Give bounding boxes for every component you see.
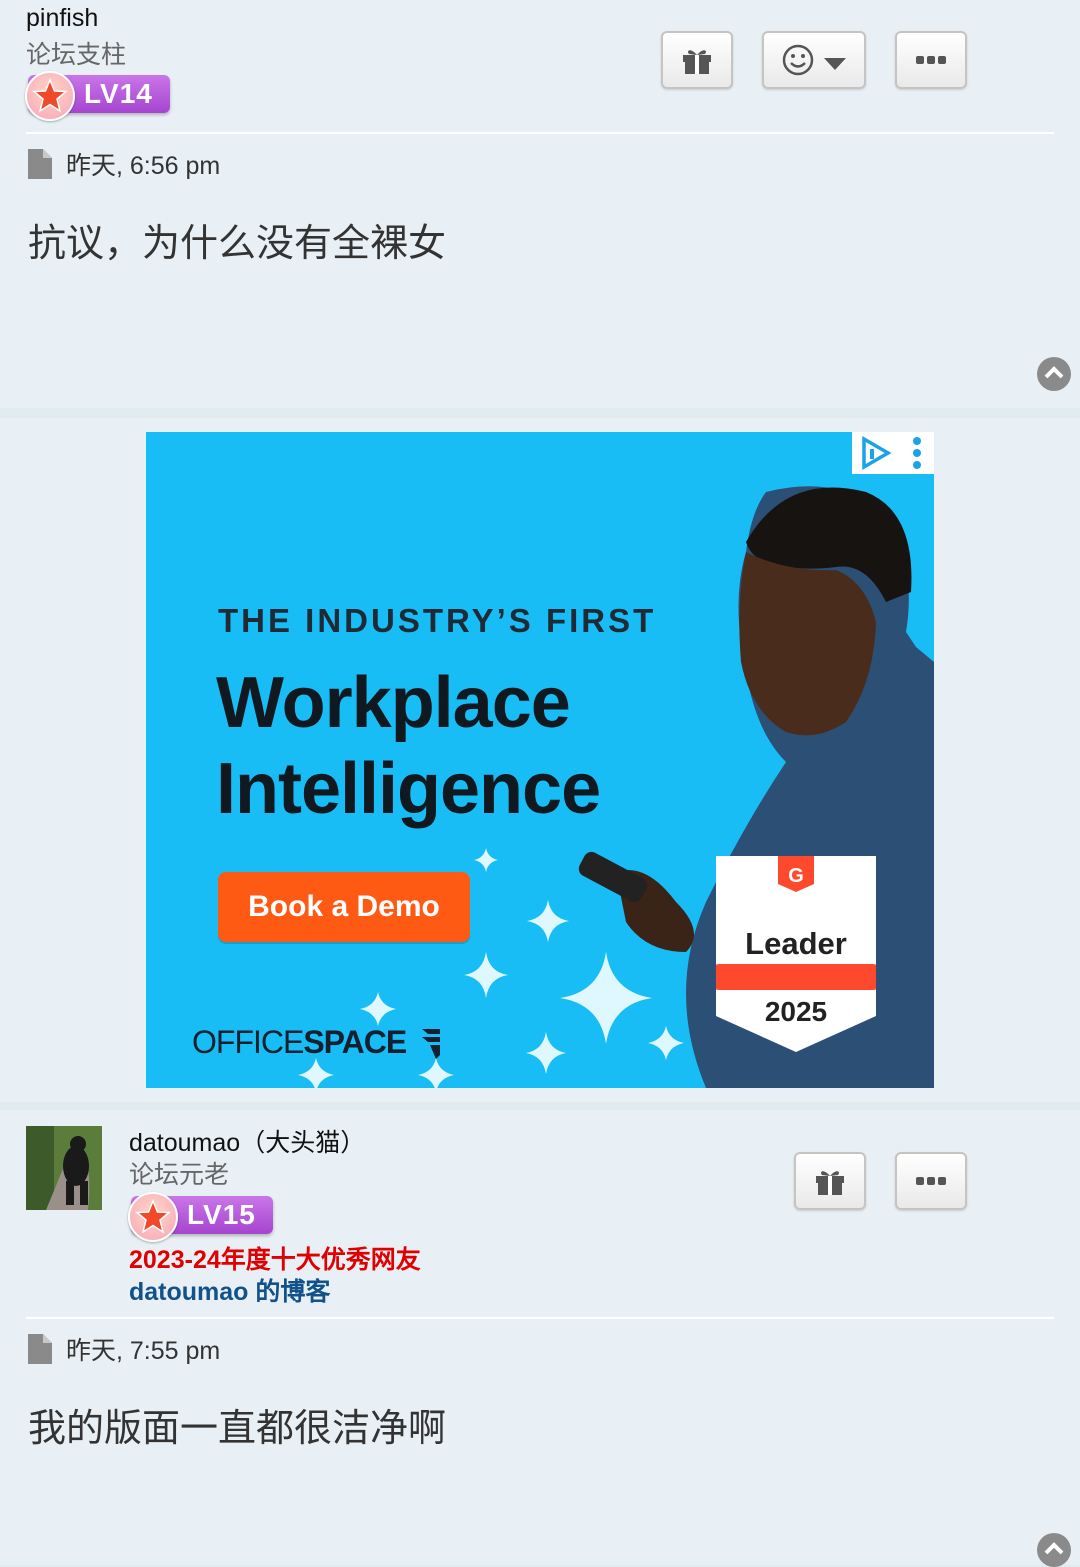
book-demo-button[interactable]: Book a Demo xyxy=(218,872,470,942)
post-divider xyxy=(26,132,1054,134)
post-content: 抗议，为什么没有全裸女 xyxy=(28,223,447,265)
post-meta: 昨天, 6:56 pm xyxy=(28,146,220,182)
honor-title: 2023-24年度十大优秀网友 xyxy=(129,1246,421,1274)
post-author-rank: 论坛支柱 xyxy=(26,41,127,69)
post-pinfish: pinfish 论坛支柱 LV14 昨天, 6:56 pm 抗议，为什么没有全裸… xyxy=(0,0,1080,408)
gift-icon xyxy=(816,1171,844,1195)
avatar-photo xyxy=(26,1126,102,1210)
caret-down-icon xyxy=(824,58,846,70)
badge-title: Leader xyxy=(745,926,847,961)
more-options-button[interactable] xyxy=(895,31,967,89)
star-icon xyxy=(128,1192,178,1242)
file-icon xyxy=(28,149,52,179)
kebab-menu-icon xyxy=(913,437,921,469)
advertisement-banner[interactable]: THE INDUSTRY’S FIRST Workplace Intellige… xyxy=(146,432,934,1088)
avatar[interactable] xyxy=(26,1126,102,1210)
g2-leader-badge: G Leader 2025 xyxy=(716,856,876,1052)
reaction-button[interactable] xyxy=(762,31,866,89)
brand-mark-icon xyxy=(422,1029,441,1059)
post-datoumao: datoumao（大头猫） 论坛元老 LV15 2023-24年度十大优秀网友 … xyxy=(0,1110,1080,1567)
post-author-username[interactable]: pinfish xyxy=(26,4,98,33)
level-badge: LV14 xyxy=(25,71,170,121)
badge-year: 2025 xyxy=(764,996,828,1027)
ellipsis-icon xyxy=(916,56,946,64)
more-options-button[interactable] xyxy=(895,1152,967,1210)
chevron-up-icon xyxy=(1044,1542,1064,1555)
level-badge: LV15 xyxy=(128,1192,273,1242)
level-label: LV15 xyxy=(187,1199,256,1230)
ad-headline-line2: Intelligence xyxy=(216,749,601,829)
chevron-up-icon xyxy=(1044,366,1064,379)
svg-text:G: G xyxy=(788,865,804,887)
post-author-rank: 论坛元老 xyxy=(129,1161,230,1189)
star-icon xyxy=(25,71,75,121)
post-time[interactable]: 昨天, 6:56 pm xyxy=(66,146,220,182)
brand-light: OFFICE xyxy=(192,1024,304,1060)
adchoices-icon xyxy=(862,435,892,471)
ad-choices[interactable] xyxy=(852,432,934,474)
gift-button[interactable] xyxy=(661,31,733,89)
ad-kicker: THE INDUSTRY’S FIRST xyxy=(218,602,657,639)
ad-container: THE INDUSTRY’S FIRST Workplace Intellige… xyxy=(0,418,1080,1102)
gift-button[interactable] xyxy=(794,1152,866,1210)
ad-headline-line1: Workplace xyxy=(216,663,571,743)
smiley-icon xyxy=(782,44,814,76)
post-author-username[interactable]: datoumao（大头猫） xyxy=(129,1123,365,1159)
post-divider xyxy=(26,1317,1054,1319)
blog-link[interactable]: datoumao 的博客 xyxy=(129,1272,330,1308)
post-meta: 昨天, 7:55 pm xyxy=(28,1331,220,1367)
level-label: LV14 xyxy=(84,78,153,109)
ad-headline: Workplace Intelligence xyxy=(216,660,601,832)
ellipsis-icon xyxy=(916,1177,946,1185)
gift-icon xyxy=(683,50,711,74)
back-to-top-button[interactable] xyxy=(1037,1533,1071,1567)
file-icon xyxy=(28,1334,52,1364)
brand-bold: SPACE xyxy=(303,1024,407,1060)
officespace-logo: OFFICESPACE xyxy=(192,1024,444,1061)
back-to-top-button[interactable] xyxy=(1037,357,1071,391)
post-content: 我的版面一直都很洁净啊 xyxy=(28,1408,447,1450)
post-time[interactable]: 昨天, 7:55 pm xyxy=(66,1331,220,1367)
